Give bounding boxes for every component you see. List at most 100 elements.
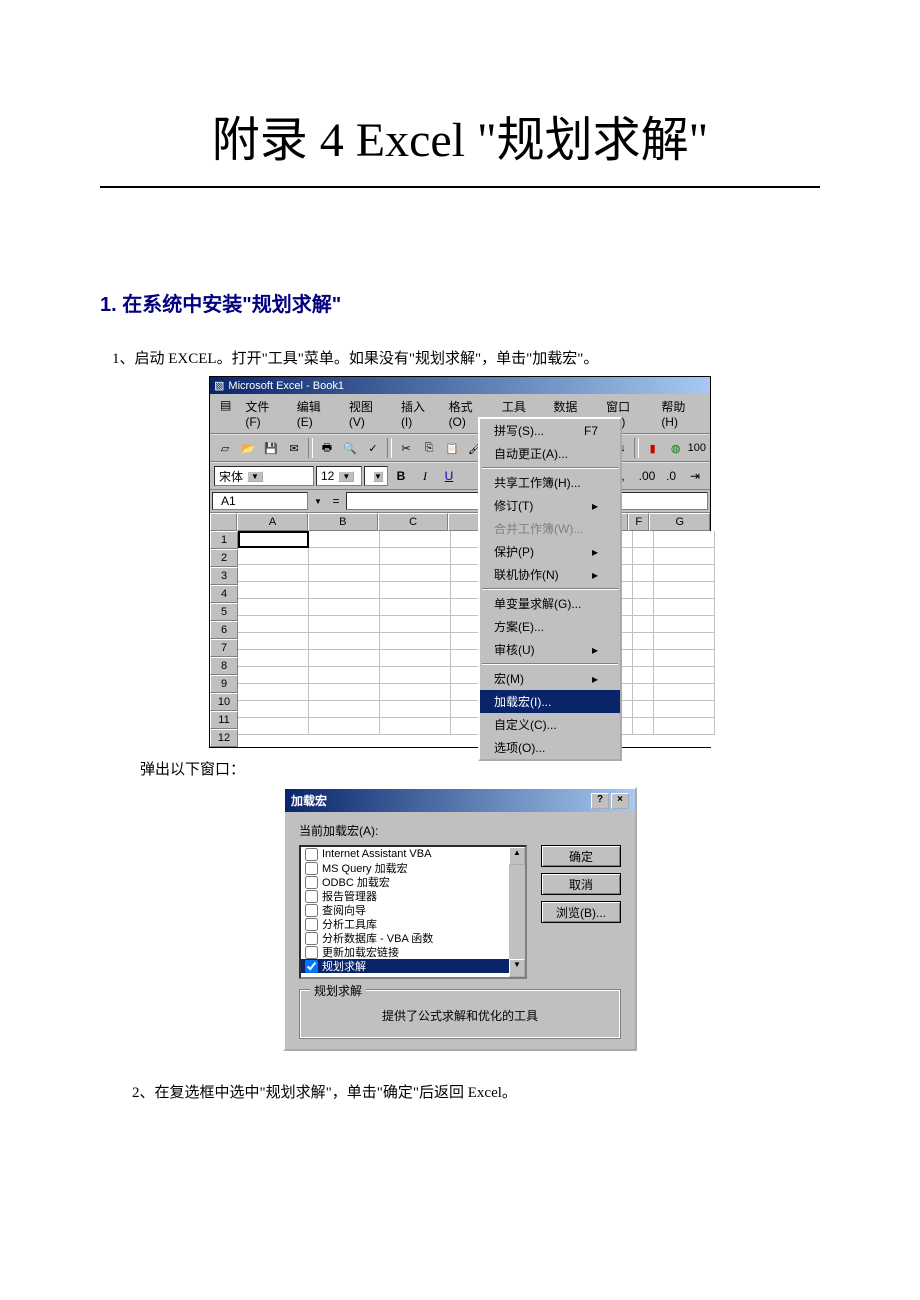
row-header[interactable]: 10 [210, 693, 238, 711]
chevron-down-icon[interactable]: ▼ [373, 471, 383, 482]
copy-icon[interactable]: ⎘ [418, 437, 440, 459]
print-icon[interactable]: 🖶 [316, 437, 338, 459]
decrease-decimal-icon[interactable]: .0 [660, 465, 682, 487]
row-header[interactable]: 3 [210, 567, 238, 585]
addin-checkbox[interactable] [305, 960, 318, 973]
row-header[interactable]: 9 [210, 675, 238, 693]
zoom-value[interactable]: 100 [688, 442, 706, 454]
row-header[interactable]: 6 [210, 621, 238, 639]
col-header[interactable]: F [628, 513, 650, 531]
indent-icon[interactable]: ⇥ [684, 465, 706, 487]
list-item[interactable]: MS Query 加载宏 [301, 861, 525, 875]
col-header[interactable] [448, 513, 479, 531]
row-header[interactable]: 4 [210, 585, 238, 603]
cut-icon[interactable]: ✂ [395, 437, 417, 459]
addin-checkbox[interactable] [305, 918, 318, 931]
row-header[interactable]: 5 [210, 603, 238, 621]
row-header[interactable]: 1 [210, 531, 238, 549]
scrollbar[interactable]: ▲ ▼ [509, 847, 525, 977]
italic-button[interactable]: I [414, 465, 436, 487]
menu-merge-workbooks: 合并工作簿(W)... [480, 517, 620, 540]
menu-goal-seek[interactable]: 单变量求解(G)... [480, 592, 620, 615]
menu-help[interactable]: 帮助(H) [655, 396, 706, 431]
list-item[interactable]: ODBC 加载宏 [301, 875, 525, 889]
save-icon[interactable]: 💾 [260, 437, 282, 459]
font-combo[interactable]: 宋体 ▼ [214, 466, 314, 486]
addin-checkbox[interactable] [305, 904, 318, 917]
scroll-down-icon[interactable]: ▼ [509, 959, 525, 977]
menu-customize[interactable]: 自定义(C)... [480, 713, 620, 736]
worksheet-grid[interactable]: A B C F G 1 2 3 4 5 6 7 8 9 10 11 12 [210, 513, 710, 747]
mail-icon[interactable]: ✉ [283, 437, 305, 459]
chevron-down-icon[interactable]: ▼ [247, 471, 263, 482]
addin-checkbox[interactable] [305, 890, 318, 903]
toolbar-sep [387, 438, 392, 458]
list-item[interactable]: 分析工具库 [301, 917, 525, 931]
menu-online-collab[interactable]: 联机协作(N)▸ [480, 563, 620, 586]
menu-file[interactable]: 文件(F) [239, 396, 288, 431]
spellcheck-icon[interactable]: ✓ [362, 437, 384, 459]
row-header[interactable]: 7 [210, 639, 238, 657]
col-header[interactable]: B [308, 513, 378, 531]
open-icon[interactable]: 📂 [237, 437, 259, 459]
menu-options[interactable]: 选项(O)... [480, 736, 620, 759]
map-icon[interactable]: ◍ [665, 437, 687, 459]
col-header[interactable]: A [237, 513, 307, 531]
addins-listbox[interactable]: Internet Assistant VBA MS Query 加载宏 ODBC… [299, 845, 527, 979]
menu-share-workbook[interactable]: 共享工作簿(H)... [480, 471, 620, 494]
row-header[interactable]: 11 [210, 711, 238, 729]
menu-addins[interactable]: 加载宏(I)... [480, 690, 620, 713]
cell-a1[interactable] [238, 531, 309, 548]
menu-track-changes[interactable]: 修订(T)▸ [480, 494, 620, 517]
col-header[interactable]: C [378, 513, 448, 531]
chevron-down-icon[interactable]: ▼ [338, 471, 354, 482]
help-button[interactable]: ? [591, 793, 609, 809]
addin-checkbox[interactable] [305, 932, 318, 945]
menu-view[interactable]: 视图(V) [343, 396, 393, 431]
addin-checkbox[interactable] [305, 876, 318, 889]
tools-dropdown[interactable]: 拼写(S)...F7 自动更正(A)... 共享工作簿(H)... 修订(T)▸… [478, 417, 622, 761]
addin-checkbox[interactable] [305, 946, 318, 959]
underline-button[interactable]: U [438, 465, 460, 487]
list-item[interactable]: Internet Assistant VBA [301, 847, 525, 861]
menu-edit[interactable]: 编辑(E) [291, 396, 341, 431]
list-item[interactable]: 查阅向导 [301, 903, 525, 917]
preview-icon[interactable]: 🔍 [339, 437, 361, 459]
chevron-down-icon[interactable]: ▼ [310, 492, 326, 510]
menu-autocorrect[interactable]: 自动更正(A)... [480, 442, 620, 465]
cells-area[interactable] [238, 531, 715, 747]
scroll-up-icon[interactable]: ▲ [509, 847, 525, 865]
fontsize-combo[interactable]: 12 ▼ [316, 466, 362, 486]
paste-icon[interactable]: 📋 [441, 437, 463, 459]
close-icon[interactable]: × [611, 793, 629, 809]
menu-insert[interactable]: 插入(I) [395, 396, 441, 431]
menu-spelling[interactable]: 拼写(S)...F7 [480, 419, 620, 442]
name-box[interactable]: A1 [212, 492, 308, 510]
menubar[interactable]: ▤ 文件(F) 编辑(E) 视图(V) 插入(I) 格式(O) 工具(T) 数据… [210, 394, 710, 434]
menu-protection[interactable]: 保护(P)▸ [480, 540, 620, 563]
menu-scenarios[interactable]: 方案(E)... [480, 615, 620, 638]
addins-label: 当前加载宏(A): [299, 822, 621, 839]
row-header[interactable]: 12 [210, 729, 238, 747]
menu-macro[interactable]: 宏(M)▸ [480, 667, 620, 690]
cancel-button[interactable]: 取消 [541, 873, 621, 895]
new-icon[interactable]: ▱ [214, 437, 236, 459]
list-item-solver[interactable]: 规划求解 [301, 959, 525, 973]
list-item[interactable]: 分析数据库 - VBA 函数 [301, 931, 525, 945]
list-item[interactable]: 报告管理器 [301, 889, 525, 903]
menu-doc-icon: ▤ [214, 396, 237, 431]
equals-label: = [326, 494, 346, 508]
col-header[interactable]: G [649, 513, 710, 531]
list-item[interactable]: 更新加载宏链接 [301, 945, 525, 959]
ok-button[interactable]: 确定 [541, 845, 621, 867]
chart-icon[interactable]: ▮ [642, 437, 664, 459]
row-header[interactable]: 8 [210, 657, 238, 675]
increase-decimal-icon[interactable]: .00 [636, 465, 658, 487]
addin-checkbox[interactable] [305, 848, 318, 861]
addin-checkbox[interactable] [305, 862, 318, 875]
bold-button[interactable]: B [390, 465, 412, 487]
row-header[interactable]: 2 [210, 549, 238, 567]
menu-auditing[interactable]: 审核(U)▸ [480, 638, 620, 661]
style-combo[interactable]: ▼ [364, 466, 388, 486]
browse-button[interactable]: 浏览(B)... [541, 901, 621, 923]
